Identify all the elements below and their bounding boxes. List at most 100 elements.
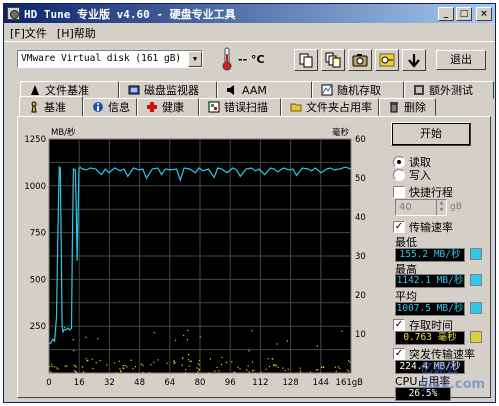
access-time-point xyxy=(254,372,256,374)
access-time-point xyxy=(231,361,233,363)
tab-aam[interactable]: AAM xyxy=(217,81,312,99)
access-time-point xyxy=(85,336,87,338)
access-time-point xyxy=(150,364,152,366)
access-time-point xyxy=(97,338,99,340)
access-time-point xyxy=(316,369,318,371)
minimize-button[interactable]: _ xyxy=(438,6,454,21)
menu-help[interactable]: [H]帮助 xyxy=(57,25,96,41)
access-time-point xyxy=(218,370,220,372)
write-option[interactable]: 写入 xyxy=(393,167,431,183)
access-time-point xyxy=(122,365,124,367)
access-time-value: 0.763 毫秒 xyxy=(395,331,465,345)
copy-all-icon xyxy=(325,52,341,68)
access-time-point xyxy=(277,366,279,368)
access-time-point xyxy=(49,365,51,367)
chevron-down-icon[interactable]: ▼ xyxy=(188,51,202,67)
tab-health[interactable]: 健康 xyxy=(137,98,199,116)
transfer-rate-checkbox[interactable]: ✓ xyxy=(393,221,405,233)
access-time-point xyxy=(348,370,350,372)
access-time-point xyxy=(95,362,97,364)
tab-info[interactable]: 信息 xyxy=(83,98,137,116)
access-time-point xyxy=(124,365,126,367)
quick-test-spinner[interactable]: 40 ▲ ▼ xyxy=(395,199,447,216)
tab-random-access[interactable]: 随机存取 xyxy=(312,81,404,99)
start-button[interactable]: 开始 xyxy=(391,122,471,146)
access-time-checkbox[interactable]: ✓ xyxy=(393,319,405,331)
options-button[interactable] xyxy=(375,49,399,71)
access-time-point xyxy=(339,367,341,369)
tab-folder-usage[interactable]: 文件夹占用率 xyxy=(281,98,379,116)
access-time-point xyxy=(81,366,84,368)
x-tick-label: 16 xyxy=(74,378,85,388)
access-time-point xyxy=(198,369,201,371)
copy-icon xyxy=(299,53,313,68)
quick-test-unit: gB xyxy=(450,202,462,212)
access-time-point xyxy=(341,330,343,332)
access-time-point xyxy=(183,334,185,337)
access-time-point xyxy=(140,363,142,365)
x-tick-label: 32 xyxy=(104,378,115,388)
screenshot-button[interactable] xyxy=(348,49,372,71)
tab-error-scan[interactable]: 错误扫描 xyxy=(199,98,281,116)
access-time-point xyxy=(85,358,87,360)
title-bar[interactable]: HD Tune 专业版 v4.60 - 硬盘专业工具 _ □ × xyxy=(4,4,495,23)
exit-button[interactable]: 退出 xyxy=(436,50,486,70)
close-button[interactable]: × xyxy=(476,6,492,21)
y-right-tick-label: 20 xyxy=(355,291,366,301)
access-time-point xyxy=(317,369,319,371)
access-time-point xyxy=(174,362,176,364)
access-time-point xyxy=(221,363,223,366)
access-time-point xyxy=(166,362,168,364)
access-time-point xyxy=(173,360,175,362)
trash-icon xyxy=(390,102,398,113)
copy-all-button[interactable] xyxy=(321,49,345,71)
access-time-point xyxy=(251,370,254,372)
access-time-point xyxy=(190,360,192,362)
access-time-point xyxy=(185,368,187,371)
access-time-point xyxy=(148,372,150,374)
access-time-point xyxy=(209,358,211,360)
access-time-point xyxy=(208,372,210,374)
maximize-button[interactable]: □ xyxy=(456,6,472,21)
disk-select[interactable]: VMware Virtual disk (161 gB) ▼ xyxy=(17,50,203,68)
access-time-point xyxy=(51,363,53,366)
y-right-tick-label: 10 xyxy=(355,330,366,340)
tab-erase[interactable]: 删除 xyxy=(379,98,436,116)
access-time-point xyxy=(120,370,122,373)
save-download-button[interactable] xyxy=(402,49,426,71)
access-time-point xyxy=(267,358,269,360)
window-title: HD Tune 专业版 v4.60 - 硬盘专业工具 xyxy=(24,7,236,21)
spinner-arrows-icon[interactable]: ▲ ▼ xyxy=(436,200,446,215)
y-right-tick-label: 30 xyxy=(355,252,366,262)
access-time-point xyxy=(334,366,336,368)
access-time-point xyxy=(116,372,118,374)
quick-test-checkbox[interactable] xyxy=(393,186,405,198)
access-time-point xyxy=(199,364,201,366)
temperature-readout: -- °C xyxy=(238,53,265,66)
burst-rate-checkbox[interactable]: ✓ xyxy=(393,348,405,360)
write-radio[interactable] xyxy=(393,169,405,181)
copy-button[interactable] xyxy=(294,49,318,71)
tab-benchmark[interactable]: 基准 xyxy=(19,96,83,116)
access-time-point xyxy=(338,372,340,374)
access-time-point xyxy=(91,358,93,360)
access-time-point xyxy=(54,366,56,368)
file-benchmark-icon xyxy=(31,85,39,95)
access-time-point xyxy=(272,358,274,360)
y-right-tick-label: 40 xyxy=(355,213,366,223)
extra-tests-icon xyxy=(414,85,424,95)
folder-icon xyxy=(290,103,302,112)
access-time-point xyxy=(66,365,68,367)
access-time-point xyxy=(142,372,144,374)
access-time-point xyxy=(73,350,75,352)
access-time-point xyxy=(187,359,190,361)
transfer-rate-option[interactable]: ✓ 传输速率 xyxy=(393,219,453,235)
red-cross-icon xyxy=(147,102,157,112)
tab-disk-monitor[interactable]: 磁盘监视器 xyxy=(119,81,217,99)
quick-test-option[interactable]: 快捷行程 xyxy=(393,184,453,200)
access-time-point xyxy=(157,359,159,361)
tab-extra-tests[interactable]: 额外测试 xyxy=(404,81,494,99)
y-left-tick-label: 500 xyxy=(30,275,46,285)
access-time-point xyxy=(51,366,53,368)
menu-file[interactable]: [F]文件 xyxy=(10,25,47,41)
